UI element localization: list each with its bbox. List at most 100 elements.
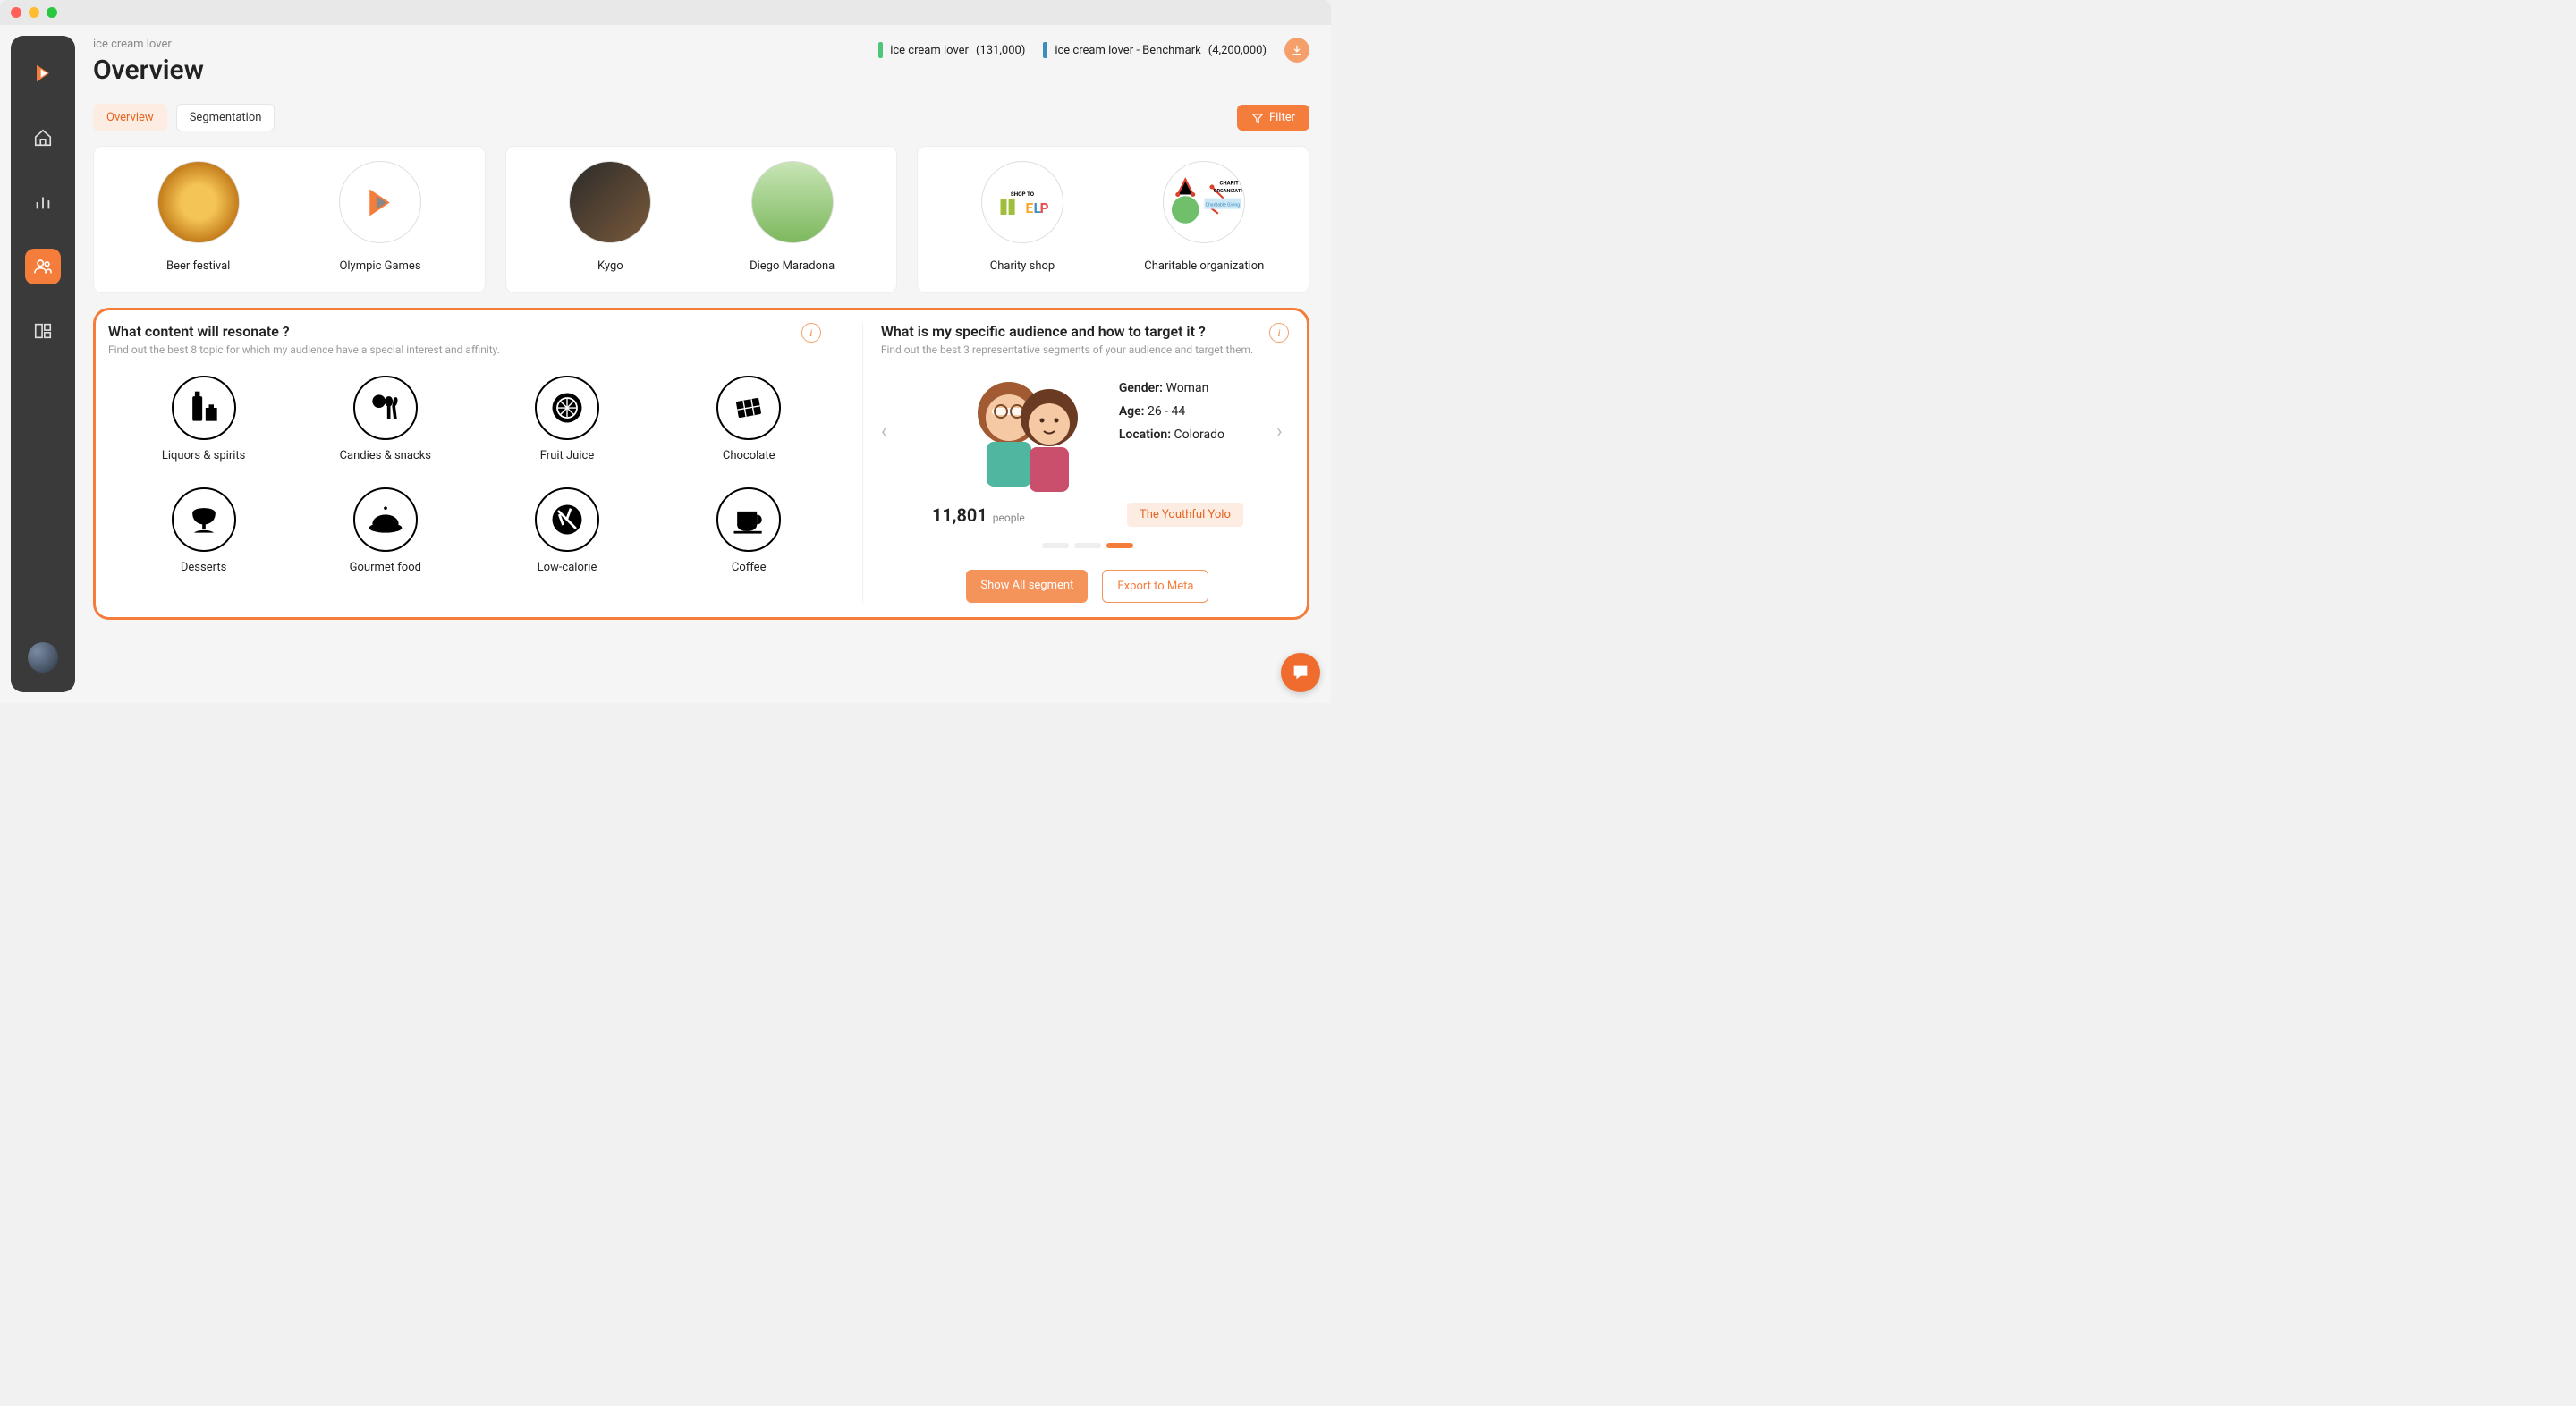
window-titlebar [0, 0, 1331, 25]
legend-label-1: ice cream lover [890, 44, 969, 57]
prev-segment-button[interactable]: ‹ [881, 420, 899, 443]
maradona-image [751, 161, 834, 243]
svg-text:ORGANIZATIONS: ORGANIZATIONS [1214, 189, 1242, 194]
coffee-icon [716, 487, 781, 552]
legend-swatch-1 [878, 42, 883, 58]
topic-item[interactable]: Candies & snacks [299, 376, 471, 462]
legend-item-1: ice cream lover (131,000) [878, 42, 1025, 58]
top-card-2: Kygo Diego Maradona [505, 146, 898, 293]
item-label: Kygo [524, 259, 697, 273]
svg-text:P: P [1040, 200, 1049, 216]
card-item[interactable]: CHARITY ORGANIZATIONS Charitable Giving Ch… [1118, 161, 1291, 273]
card-item[interactable]: Diego Maradona [706, 161, 878, 273]
topic-label: Gourmet food [299, 561, 471, 574]
audience-panel: What is my specific audience and how to … [863, 323, 1294, 603]
age-value: 26 - 44 [1148, 404, 1185, 419]
topic-item[interactable]: Desserts [117, 487, 290, 574]
close-window-button[interactable] [11, 7, 21, 18]
logo-icon[interactable] [25, 55, 61, 91]
count-unit: people [993, 512, 1025, 524]
legend-label-2: ice cream lover - Benchmark [1055, 44, 1200, 57]
topic-label: Candies & snacks [299, 449, 471, 462]
legend-value-2: (4,200,000) [1208, 44, 1267, 57]
charity-shop-image: SHOP TOELP [981, 161, 1063, 243]
carousel-dot[interactable] [1074, 543, 1101, 548]
show-all-segment-button[interactable]: Show All segment [966, 570, 1088, 603]
topic-item[interactable]: Low-calorie [480, 487, 653, 574]
minimize-window-button[interactable] [29, 7, 39, 18]
topic-label: Liquors & spirits [117, 449, 290, 462]
charity-org-image: CHARITY ORGANIZATIONS Charitable Giving [1163, 161, 1245, 243]
svg-text:CHARITY: CHARITY [1219, 180, 1241, 186]
filter-icon [1251, 112, 1264, 124]
svg-text:Charitable Giving: Charitable Giving [1205, 202, 1240, 208]
panel-title: What content will resonate ? [108, 323, 844, 340]
filter-button[interactable]: Filter [1237, 105, 1309, 131]
topic-label: Coffee [663, 561, 835, 574]
page-title: Overview [93, 55, 204, 86]
content-resonate-panel: What content will resonate ? Find out th… [108, 323, 863, 603]
item-label: Beer festival [112, 259, 284, 273]
next-segment-button[interactable]: › [1276, 420, 1294, 443]
home-icon[interactable] [25, 120, 61, 156]
audience-count: 11,801 people [932, 504, 1025, 526]
carousel-dot[interactable] [1042, 543, 1069, 548]
count-value: 11,801 [932, 504, 987, 526]
legend: ice cream lover (131,000) ice cream love… [878, 38, 1309, 63]
location-label: Location: [1119, 428, 1171, 442]
persona-meta: Gender: Woman Age: 26 - 44 Location: Col… [1119, 381, 1224, 451]
audience-icon[interactable] [25, 249, 61, 284]
maximize-window-button[interactable] [47, 7, 57, 18]
topic-item[interactable]: Coffee [663, 487, 835, 574]
tab-segmentation[interactable]: Segmentation [176, 104, 275, 131]
card-item[interactable]: Beer festival [112, 161, 284, 273]
item-label: Charitable organization [1118, 259, 1291, 273]
fruit-juice-icon [535, 376, 599, 440]
gender-label: Gender: [1119, 381, 1163, 395]
main-content: ice cream lover Overview ice cream lover… [86, 25, 1331, 703]
export-to-meta-button[interactable]: Export to Meta [1102, 570, 1208, 603]
tab-overview[interactable]: Overview [93, 104, 167, 131]
topics-grid: Liquors & spirits Candies & snacks Fruit… [108, 368, 844, 581]
card-item[interactable]: Kygo [524, 161, 697, 273]
liquors-spirits-icon [172, 376, 236, 440]
carousel-dots [881, 543, 1294, 548]
age-label: Age: [1119, 404, 1145, 419]
topic-item[interactable]: Fruit Juice [480, 376, 653, 462]
gender-value: Woman [1165, 381, 1208, 395]
location-value: Colorado [1174, 428, 1224, 442]
avatar[interactable] [28, 642, 58, 673]
topic-item[interactable]: Chocolate [663, 376, 835, 462]
candies-snacks-icon [353, 376, 418, 440]
download-button[interactable] [1284, 38, 1309, 63]
panel-title: What is my specific audience and how to … [881, 323, 1294, 340]
info-icon[interactable]: i [1269, 323, 1289, 343]
filter-label: Filter [1269, 111, 1295, 124]
highlighted-section: What content will resonate ? Find out th… [93, 308, 1309, 620]
item-label: Charity shop [936, 259, 1108, 273]
gourmet-food-icon [353, 487, 418, 552]
carousel-dot-active[interactable] [1106, 543, 1133, 548]
card-item[interactable]: Olympic Games [293, 161, 466, 273]
item-label: Olympic Games [293, 259, 466, 273]
svg-text:SHOP TO: SHOP TO [1011, 191, 1035, 198]
persona-illustration [960, 368, 1094, 494]
persona-chip[interactable]: The Youthful Yolo [1127, 503, 1243, 527]
kygo-image [569, 161, 651, 243]
topic-item[interactable]: Liquors & spirits [117, 376, 290, 462]
legend-value-1: (131,000) [976, 44, 1025, 57]
card-item[interactable]: SHOP TOELP Charity shop [936, 161, 1108, 273]
analytics-icon[interactable] [25, 184, 61, 220]
panel-subtitle: Find out the best 3 representative segme… [881, 343, 1294, 356]
topic-label: Chocolate [663, 449, 835, 462]
layout-icon[interactable] [25, 313, 61, 349]
help-chat-button[interactable] [1281, 653, 1320, 692]
desserts-icon [172, 487, 236, 552]
beer-festival-image [157, 161, 240, 243]
info-icon[interactable]: i [801, 323, 821, 343]
chocolate-icon [716, 376, 781, 440]
topic-label: Fruit Juice [480, 449, 653, 462]
olympic-games-image [339, 161, 421, 243]
top-card-1: Beer festival Olympic Games [93, 146, 486, 293]
topic-item[interactable]: Gourmet food [299, 487, 471, 574]
